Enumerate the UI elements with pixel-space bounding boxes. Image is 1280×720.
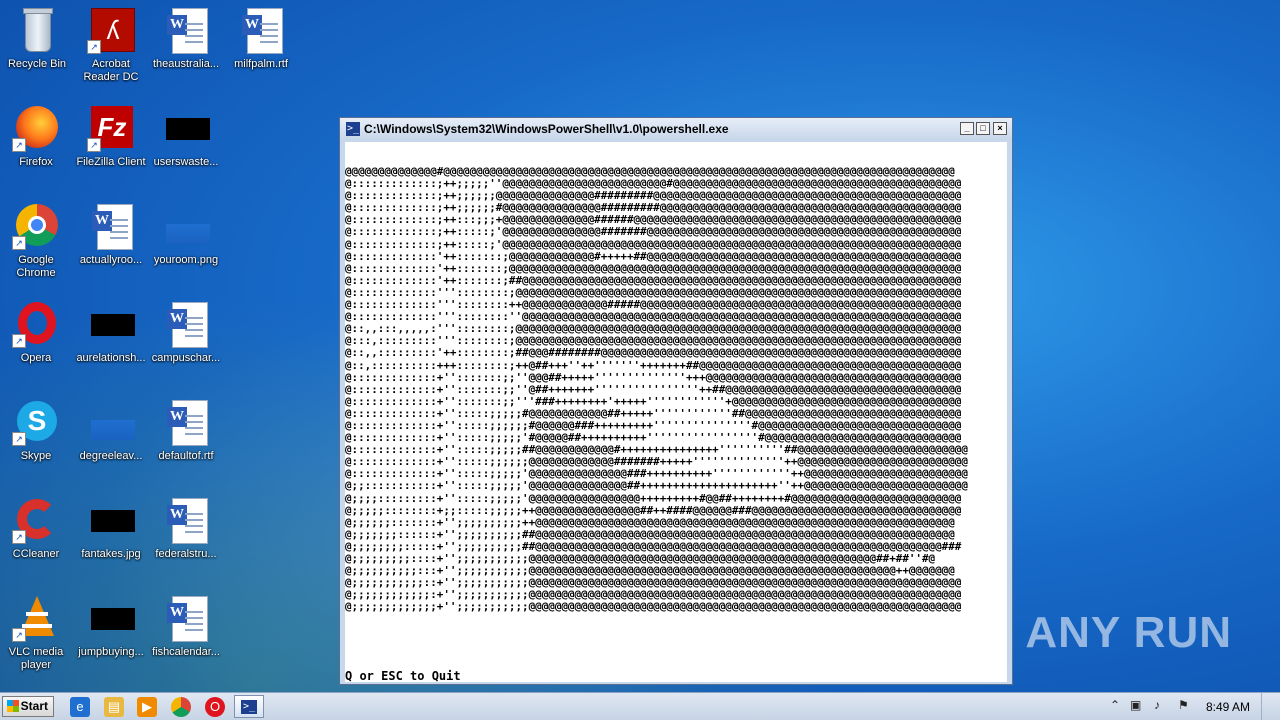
desktop-icon-actuallyroo[interactable]: W actuallyroo... [74, 202, 148, 267]
desktop-icon-label: federalstru... [155, 548, 217, 560]
show-desktop-button[interactable] [1261, 693, 1280, 720]
acrobat-icon: ʎ ↗ [87, 6, 135, 54]
desktop-icon-theaustralia[interactable]: W theaustralia... [149, 6, 223, 71]
desktop-icon-label: degreeleav... [79, 450, 143, 462]
desktop-icon-google-chrome[interactable]: ↗ Google Chrome [0, 202, 73, 280]
desktop-icon-degreeleav[interactable]: degreeleav... [74, 398, 148, 463]
desktop-icon-label: defaultof.rtf [158, 450, 214, 462]
desktop-icon-label: aurelationsh... [76, 352, 146, 364]
desktop-icon-skype[interactable]: S ↗ Skype [0, 398, 73, 463]
window-titlebar[interactable]: >_ C:\Windows\System32\WindowsPowerShell… [340, 118, 1012, 140]
desktop-icon-campuschar[interactable]: W campuschar... [149, 300, 223, 365]
desktop-icon-fishcalendar[interactable]: W fishcalendar... [149, 594, 223, 659]
show-hidden-icons-icon[interactable]: ⌃ [1110, 698, 1120, 712]
maximize-button[interactable]: □ [976, 122, 990, 135]
anyrun-watermark: ANY RUN [1025, 608, 1232, 658]
image-thumbnail-icon [87, 398, 135, 446]
desktop-icon-fantakes[interactable]: fantakes.jpg [74, 496, 148, 561]
desktop-icon-firefox[interactable]: ↗ Firefox [0, 104, 73, 169]
desktop-icon-youroom[interactable]: youroom.png [149, 202, 223, 267]
desktop-icon-label: fishcalendar... [152, 646, 220, 658]
redacted-thumbnail-icon [87, 496, 135, 544]
skype-icon: S ↗ [12, 398, 60, 446]
powershell-icon: >_ [346, 122, 360, 136]
desktop-icon-label: Acrobat Reader DC [83, 58, 139, 83]
opera-icon: ↗ [12, 300, 60, 348]
console-output[interactable]: @@@@@@@@@@@@@@#@@@@@@@@@@@@@@@@@@@@@@@@@… [345, 142, 1007, 682]
redacted-thumbnail-icon [87, 594, 135, 642]
filezilla-icon: Fz ↗ [87, 104, 135, 152]
desktop-icon-opera[interactable]: ↗ Opera [0, 300, 73, 365]
desktop-icon-recycle-bin[interactable]: Recycle Bin [0, 6, 74, 71]
internet-explorer-icon[interactable]: e [70, 697, 90, 717]
word-document-icon: W [162, 398, 210, 446]
chrome-icon: ↗ [12, 202, 60, 250]
desktop-icon-label: youroom.png [153, 254, 219, 266]
desktop-icon-jumpbuying[interactable]: jumpbuying... [74, 594, 148, 659]
word-document-icon: W [237, 6, 285, 54]
watermark-text: ANY RUN [1025, 608, 1232, 657]
volume-icon[interactable]: ♪ [1154, 698, 1160, 712]
window-title: C:\Windows\System32\WindowsPowerShell\v1… [364, 122, 729, 136]
desktop-icon-label: FileZilla Client [76, 156, 146, 168]
powershell-window[interactable]: >_ C:\Windows\System32\WindowsPowerShell… [339, 117, 1013, 685]
powershell-taskbar-button[interactable]: >_ [234, 695, 264, 718]
clock[interactable]: 8:49 AM [1206, 700, 1250, 714]
desktop-icon-ccleaner[interactable]: ↗ CCleaner [0, 496, 73, 561]
minimize-button[interactable]: _ [960, 122, 974, 135]
ascii-art-output: @@@@@@@@@@@@@@#@@@@@@@@@@@@@@@@@@@@@@@@@… [345, 165, 968, 614]
console-status-line: Q or ESC to Quit [345, 669, 461, 682]
desktop-icon-label: Google Chrome [16, 254, 56, 279]
desktop-icon-label: jumpbuying... [78, 646, 144, 658]
desktop-icon-label: Recycle Bin [7, 58, 67, 70]
windows-logo-icon [7, 700, 19, 712]
word-document-icon: W [87, 202, 135, 250]
opera-icon[interactable]: O [205, 697, 225, 717]
desktop-icon-label: actuallyroo... [79, 254, 143, 266]
desktop-icon-aurelationsh[interactable]: aurelationsh... [74, 300, 148, 365]
ccleaner-icon: ↗ [12, 496, 60, 544]
desktop-icon-label: Firefox [19, 156, 53, 168]
action-center-icon[interactable]: ▣ [1130, 698, 1141, 712]
redacted-thumbnail-icon [162, 104, 210, 152]
word-document-icon: W [162, 300, 210, 348]
taskbar: Start e ▤ ▶ O >_ ⌃ ▣ ♪ ⚑ 8:49 AM [0, 692, 1280, 720]
vlc-icon: ↗ [12, 594, 60, 642]
word-document-icon: W [162, 496, 210, 544]
desktop-icon-filezilla[interactable]: Fz ↗ FileZilla Client [74, 104, 148, 169]
word-document-icon: W [162, 594, 210, 642]
desktop-icon-label: Opera [20, 352, 52, 364]
desktop-icon-federalstru[interactable]: W federalstru... [149, 496, 223, 561]
desktop-icon-userswaste[interactable]: userswaste... [149, 104, 223, 169]
start-button[interactable]: Start [2, 696, 54, 717]
image-thumbnail-icon [162, 202, 210, 250]
desktop-icon-milfpalm[interactable]: W milfpalm.rtf [224, 6, 298, 71]
recycle-bin-icon [13, 6, 61, 54]
desktop-icon-label: VLC media player [8, 646, 64, 671]
firefox-icon: ↗ [12, 104, 60, 152]
desktop-icon-label: Skype [20, 450, 52, 462]
redacted-thumbnail-icon [87, 300, 135, 348]
file-explorer-icon[interactable]: ▤ [104, 697, 124, 717]
desktop-icon-acrobat[interactable]: ʎ ↗ Acrobat Reader DC [74, 6, 148, 84]
desktop-icon-label: CCleaner [12, 548, 60, 560]
word-document-icon: W [162, 6, 210, 54]
start-label: Start [20, 699, 48, 713]
media-player-icon[interactable]: ▶ [137, 697, 157, 717]
flag-icon[interactable]: ⚑ [1178, 698, 1189, 712]
close-button[interactable]: × [993, 122, 1007, 135]
chrome-icon[interactable] [171, 697, 191, 717]
desktop: Recycle Bin ↗ Firefox ↗ Google Chrome ↗ … [0, 0, 1280, 720]
desktop-icon-label: theaustralia... [152, 58, 220, 70]
desktop-icon-label: userswaste... [153, 156, 219, 168]
powershell-icon: >_ [241, 700, 257, 714]
desktop-icon-label: milfpalm.rtf [234, 58, 288, 70]
desktop-icon-label: campuschar... [151, 352, 221, 364]
desktop-icon-label: fantakes.jpg [81, 548, 141, 560]
desktop-icon-defaultof[interactable]: W defaultof.rtf [149, 398, 223, 463]
desktop-icon-vlc[interactable]: ↗ VLC media player [0, 594, 73, 672]
